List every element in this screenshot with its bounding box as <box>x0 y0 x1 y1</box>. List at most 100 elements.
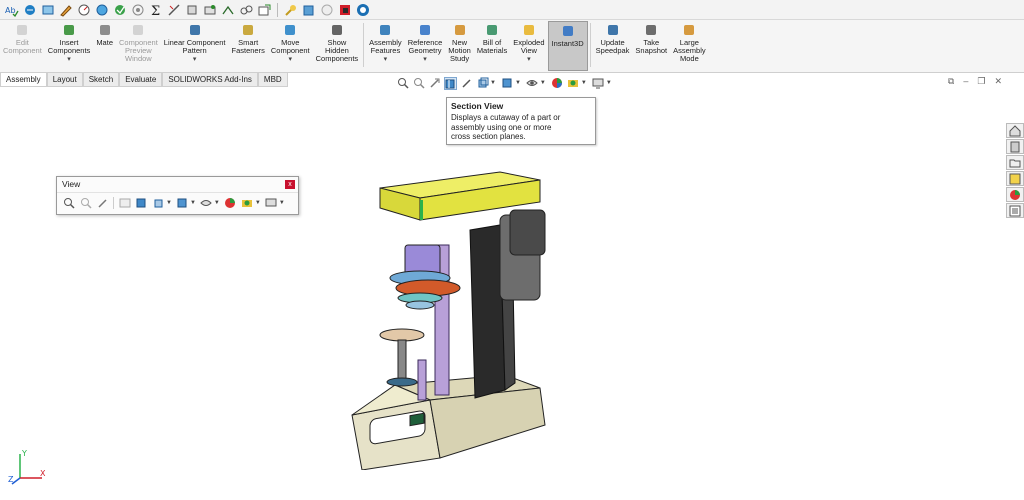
view-toolbar-panel[interactable]: View x ▼ ▼ ▼ ▼ ▼ <box>56 176 299 215</box>
spell-icon[interactable]: Ab <box>4 2 20 18</box>
globe-icon[interactable] <box>94 2 110 18</box>
take-snapshot-button[interactable]: Take Snapshot <box>632 23 670 55</box>
stop-icon[interactable] <box>337 2 353 18</box>
display-style-icon[interactable] <box>501 77 514 90</box>
large-assembly-icon <box>682 23 696 37</box>
chevron-down-icon[interactable]: ▼ <box>606 80 612 86</box>
chevron-down-icon[interactable]: ▾ <box>423 56 427 64</box>
close-icon[interactable]: x <box>285 180 295 189</box>
zoom-icon[interactable] <box>283 2 299 18</box>
chevron-down-icon[interactable]: ▼ <box>279 200 285 206</box>
appearances-icon[interactable] <box>1006 187 1024 202</box>
chevron-down-icon[interactable]: ▼ <box>190 200 196 206</box>
linear-pattern-button[interactable]: Linear Component Pattern ▾ <box>161 23 229 64</box>
toolbar-separator <box>277 2 278 17</box>
smart-fasteners-button[interactable]: Smart Fasteners <box>229 23 268 55</box>
reference-geometry-button[interactable]: Reference Geometry ▾ <box>405 23 446 64</box>
move-icon[interactable] <box>220 2 236 18</box>
options-icon[interactable] <box>130 2 146 18</box>
chevron-down-icon[interactable]: ▼ <box>490 80 496 86</box>
mate-button[interactable]: Mate <box>93 23 116 47</box>
previous-view-icon[interactable] <box>428 77 441 90</box>
view-settings-icon[interactable] <box>265 196 278 209</box>
chevron-down-icon[interactable]: ▾ <box>384 56 388 64</box>
view-settings-icon[interactable] <box>592 77 605 90</box>
graphics-area[interactable] <box>0 90 1024 500</box>
assembly-features-button[interactable]: Assembly Features ▾ <box>366 23 405 64</box>
chevron-down-icon[interactable]: ▾ <box>288 56 292 64</box>
move-component-button[interactable]: Move Component ▾ <box>268 23 313 64</box>
mass-properties-icon[interactable] <box>184 2 200 18</box>
sketch-icon[interactable] <box>40 2 56 18</box>
home-icon[interactable] <box>1006 123 1024 138</box>
sum-icon[interactable]: Σ <box>148 2 164 18</box>
view-panel-title[interactable]: View <box>57 177 298 192</box>
zoom-to-area-icon[interactable] <box>412 77 425 90</box>
large-assembly-button[interactable]: Large Assembly Mode <box>670 23 709 63</box>
link-icon[interactable] <box>238 2 254 18</box>
custom-properties-icon[interactable] <box>1006 203 1024 218</box>
edit-component-button[interactable]: Edit Component <box>0 23 45 55</box>
zoom-to-area-icon[interactable] <box>79 196 92 209</box>
chevron-down-icon[interactable]: ▼ <box>166 200 172 206</box>
tab-assembly[interactable]: Assembly <box>0 73 47 87</box>
assembly-model[interactable] <box>340 170 600 470</box>
chevron-down-icon[interactable]: ▼ <box>540 80 546 86</box>
ribbon-button-label: Assembly Features <box>369 38 402 55</box>
display-style-icon[interactable] <box>176 196 189 209</box>
previous-view-icon[interactable] <box>96 196 109 209</box>
smart-dimension-icon[interactable] <box>22 2 38 18</box>
section-icon[interactable] <box>301 2 317 18</box>
insert-components-button[interactable]: Insert Components ▾ <box>45 23 94 64</box>
exploded-view-button[interactable]: Exploded View ▾ <box>510 23 547 64</box>
tab-layout[interactable]: Layout <box>46 73 83 87</box>
zoom-to-fit-icon[interactable] <box>62 196 75 209</box>
component-preview-button[interactable]: Component Preview Window <box>116 23 161 63</box>
chevron-down-icon[interactable]: ▼ <box>214 200 220 206</box>
section-view-icon[interactable] <box>444 76 457 90</box>
drawing-icon[interactable] <box>118 196 131 209</box>
zoom-to-fit-icon[interactable] <box>396 77 409 90</box>
update-speedpak-button[interactable]: Update Speedpak <box>593 23 633 55</box>
view-palette-icon[interactable] <box>1006 171 1024 186</box>
restore-icon[interactable]: ❐ <box>977 76 985 87</box>
tile-window-icon[interactable]: ⧉ <box>948 76 954 87</box>
export-icon[interactable] <box>256 2 272 18</box>
hide-show-items-icon[interactable] <box>200 196 213 209</box>
edit-appearance-icon[interactable] <box>551 77 564 90</box>
lower-collar <box>386 377 418 387</box>
file-explorer-icon[interactable] <box>1006 155 1024 170</box>
chevron-down-icon[interactable]: ▾ <box>527 56 531 64</box>
disabled-check-icon[interactable] <box>319 2 335 18</box>
sensor-icon[interactable] <box>202 2 218 18</box>
chevron-down-icon[interactable]: ▾ <box>193 56 197 64</box>
bill-of-materials-button[interactable]: Bill of Materials <box>474 23 510 55</box>
design-library-icon[interactable] <box>1006 139 1024 154</box>
hide-show-items-icon[interactable] <box>526 77 539 90</box>
dynamic-annotation-icon[interactable] <box>460 77 473 90</box>
rebuild-icon[interactable] <box>112 2 128 18</box>
new-motion-study-button[interactable]: New Motion Study <box>445 23 474 63</box>
chevron-down-icon[interactable]: ▼ <box>515 80 521 86</box>
simulation-icon[interactable] <box>355 2 371 18</box>
measure-icon[interactable] <box>166 2 182 18</box>
section-view-icon[interactable] <box>135 196 148 209</box>
tab-sketch[interactable]: Sketch <box>82 73 120 87</box>
instant3d-button[interactable]: Instant3D <box>547 21 588 71</box>
chevron-down-icon[interactable]: ▼ <box>255 200 261 206</box>
close-icon[interactable]: ✕ <box>994 76 1002 87</box>
minimize-icon[interactable]: – <box>963 76 968 87</box>
show-hidden-button[interactable]: Show Hidden Components <box>313 23 362 63</box>
view-orientation-icon[interactable] <box>476 77 489 90</box>
edit-appearance-icon[interactable] <box>224 196 237 209</box>
gauge-icon[interactable] <box>76 2 92 18</box>
chevron-down-icon[interactable]: ▼ <box>581 80 587 86</box>
tab-mbd[interactable]: MBD <box>257 73 288 87</box>
tab-evaluate[interactable]: Evaluate <box>119 73 163 87</box>
view-orientation-icon[interactable] <box>152 196 165 209</box>
apply-scene-icon[interactable] <box>241 196 254 209</box>
chevron-down-icon[interactable]: ▾ <box>67 56 71 64</box>
apply-scene-icon[interactable] <box>567 77 580 90</box>
pencil-icon[interactable] <box>58 2 74 18</box>
tab-solidworks-add-ins[interactable]: SOLIDWORKS Add-Ins <box>162 73 258 87</box>
